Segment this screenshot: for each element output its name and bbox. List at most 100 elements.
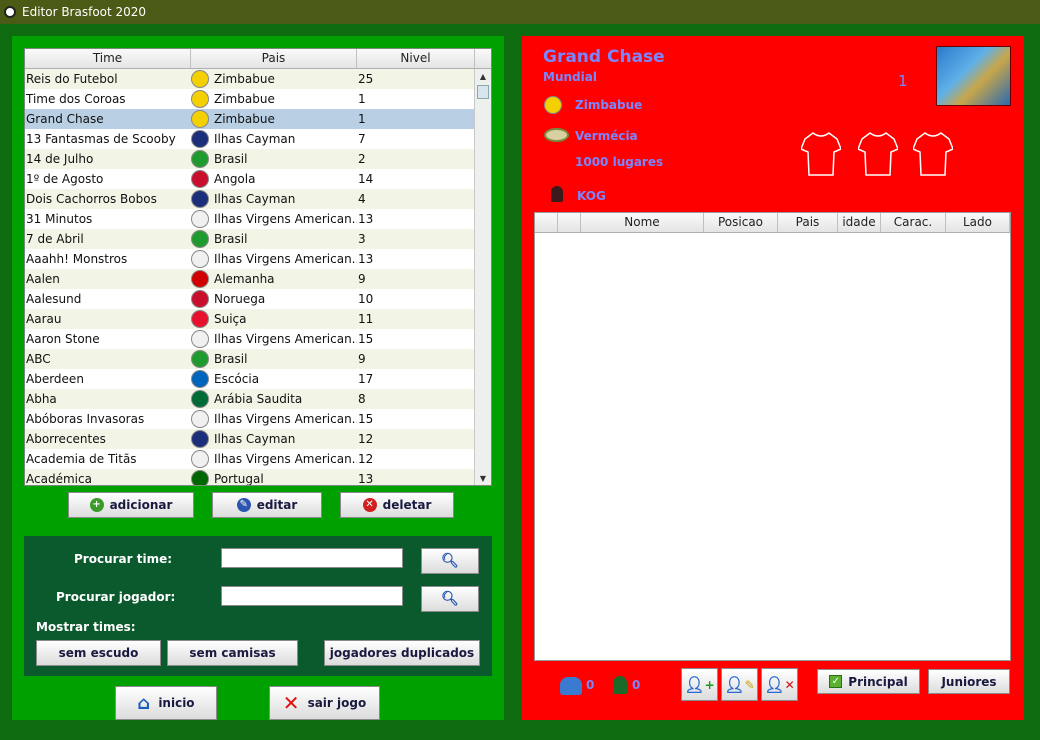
search-team-button[interactable]: 🔍︎	[421, 548, 479, 574]
table-row[interactable]: Reis do Futebol Zimbabue 25	[25, 69, 475, 89]
country-name: Arábia Saudita	[214, 392, 303, 406]
cayman-flag-icon	[191, 130, 209, 148]
away-shirt-icon[interactable]	[858, 131, 898, 177]
level-cell: 1	[358, 92, 366, 106]
search-player-input[interactable]	[221, 586, 403, 606]
country-cell: Escócia	[191, 370, 357, 388]
table-row[interactable]: Aalesund Noruega 10	[25, 289, 475, 309]
country-cell: Alemanha	[191, 270, 357, 288]
search-player-button[interactable]: 🔍︎	[421, 586, 479, 612]
table-row[interactable]: Time dos Coroas Zimbabue 1	[25, 89, 475, 109]
column-header-icon[interactable]	[558, 213, 581, 232]
table-row[interactable]: 14 de Julho Brasil 2	[25, 149, 475, 169]
edit-team-label: editar	[256, 498, 298, 512]
team-list-panel: Time Pais Nivel Reis do Futebol Zimbabue 2…	[12, 36, 504, 720]
country-name: Brasil	[214, 352, 248, 366]
zimbabwe-flag-icon	[544, 96, 562, 114]
home-button[interactable]: ⌂ inicio	[115, 686, 217, 720]
table-row[interactable]: Academia de Titãs Ilhas Virgens American.…	[25, 449, 475, 469]
cayman-flag-icon	[191, 430, 209, 448]
table-row[interactable]: ABC Brasil 9	[25, 349, 475, 369]
teams-scrollbar[interactable]: ▲ ▼	[474, 69, 491, 485]
teams-table: Time Pais Nivel Reis do Futebol Zimbabue 2…	[24, 48, 492, 486]
level-cell: 14	[358, 172, 374, 186]
level-cell: 10	[358, 292, 374, 306]
column-header-idade[interactable]: idade	[838, 213, 881, 232]
home-shirt-icon[interactable]	[801, 131, 841, 177]
table-row[interactable]: Aalen Alemanha 9	[25, 269, 475, 289]
table-row[interactable]: Aborrecentes Ilhas Cayman 12	[25, 429, 475, 449]
column-header-posicao[interactable]: Posicao	[704, 213, 778, 232]
table-row[interactable]: 31 Minutos Ilhas Virgens American... 13	[25, 209, 475, 229]
country-name: Zimbabue	[214, 112, 275, 126]
edit-player-icon: 👤︎	[724, 675, 745, 694]
level-cell: 2	[358, 152, 366, 166]
level-cell: 25	[358, 72, 374, 86]
juniors-button[interactable]: Juniores	[928, 669, 1010, 694]
table-row[interactable]: 7 de Abril Brasil 3	[25, 229, 475, 249]
no-crest-button[interactable]: sem escudo	[36, 640, 161, 666]
scroll-up-icon[interactable]: ▲	[476, 70, 490, 84]
column-header-nome[interactable]: Nome	[581, 213, 704, 232]
country-cell: Angola	[191, 170, 357, 188]
teams-table-body: Reis do Futebol Zimbabue 25 Time dos Coroas…	[25, 69, 475, 486]
search-team-input[interactable]	[221, 548, 403, 568]
column-header-nivel[interactable]: Nivel	[357, 49, 475, 68]
table-row[interactable]: Académica Portugal 13	[25, 469, 475, 486]
brazil-flag-icon	[191, 350, 209, 368]
delete-player-button[interactable]: 👤︎ ✕	[761, 668, 798, 701]
scroll-thumb[interactable]	[477, 85, 489, 99]
country-cell: Ilhas Virgens American...	[191, 410, 357, 428]
table-row[interactable]: Aaahh! Monstros Ilhas Virgens American...…	[25, 249, 475, 269]
table-row[interactable]: Aaron Stone Ilhas Virgens American... 15	[25, 329, 475, 349]
players-group-icon	[560, 677, 582, 695]
stadium-capacity: 1000 lugares	[575, 155, 664, 169]
delete-team-button[interactable]: ✕ deletar	[340, 492, 454, 518]
team-name-cell: 7 de Abril	[26, 232, 84, 246]
column-header-time[interactable]: Time	[25, 49, 191, 68]
country-cell: Ilhas Virgens American...	[191, 330, 357, 348]
table-row[interactable]: Grand Chase Zimbabue 1	[25, 109, 475, 129]
usvi-flag-icon	[191, 330, 209, 348]
edit-player-button[interactable]: 👤︎ ✎	[721, 668, 758, 701]
country-name: Ilhas Virgens American...	[214, 332, 357, 346]
third-shirt-icon[interactable]	[913, 131, 953, 177]
table-row[interactable]: Abóboras Invasoras Ilhas Virgens American…	[25, 409, 475, 429]
table-row[interactable]: 13 Fantasmas de Scooby Ilhas Cayman 7	[25, 129, 475, 149]
pencil-icon: ✎	[744, 677, 755, 692]
country-cell: Ilhas Virgens American...	[191, 450, 357, 468]
team-name-cell: Time dos Coroas	[26, 92, 126, 106]
column-header-carac[interactable]: Carac.	[881, 213, 946, 232]
country-cell: Ilhas Cayman	[191, 190, 357, 208]
scroll-down-icon[interactable]: ▼	[476, 472, 490, 485]
duplicate-players-button[interactable]: jogadores duplicados	[324, 640, 480, 666]
column-header-select[interactable]	[535, 213, 558, 232]
exit-game-button[interactable]: ✕ sair jogo	[269, 686, 380, 720]
add-player-button[interactable]: 👤︎ +	[681, 668, 718, 701]
column-header-lado[interactable]: Lado	[946, 213, 1010, 232]
column-header-pais[interactable]: Pais	[778, 213, 838, 232]
country-name: Ilhas Virgens American...	[214, 412, 357, 426]
remove-badge-icon: ✕	[784, 677, 795, 692]
team-name-cell: Aalesund	[26, 292, 82, 306]
main-squad-button[interactable]: ✓ Principal	[817, 669, 920, 694]
country-name: Brasil	[214, 232, 248, 246]
table-row[interactable]: 1º de Agosto Angola 14	[25, 169, 475, 189]
team-name-cell: Académica	[26, 472, 92, 486]
zimbabwe-flag-icon	[191, 110, 209, 128]
usvi-flag-icon	[191, 410, 209, 428]
add-team-button[interactable]: + adicionar	[68, 492, 194, 518]
table-row[interactable]: Aarau Suiça 11	[25, 309, 475, 329]
edit-team-button[interactable]: ✎ editar	[212, 492, 322, 518]
teams-table-header: Time Pais Nivel	[25, 49, 491, 69]
team-name-cell: Academia de Titãs	[26, 452, 137, 466]
table-row[interactable]: Dois Cachorros Bobos Ilhas Cayman 4	[25, 189, 475, 209]
country-name: Zimbabue	[214, 72, 275, 86]
column-header-pais[interactable]: Pais	[191, 49, 357, 68]
show-teams-label: Mostrar times:	[36, 620, 136, 634]
table-row[interactable]: Abha Arábia Saudita 8	[25, 389, 475, 409]
table-row[interactable]: Aberdeen Escócia 17	[25, 369, 475, 389]
level-cell: 9	[358, 352, 366, 366]
add-team-label: adicionar	[109, 498, 173, 512]
no-shirts-button[interactable]: sem camisas	[167, 640, 298, 666]
